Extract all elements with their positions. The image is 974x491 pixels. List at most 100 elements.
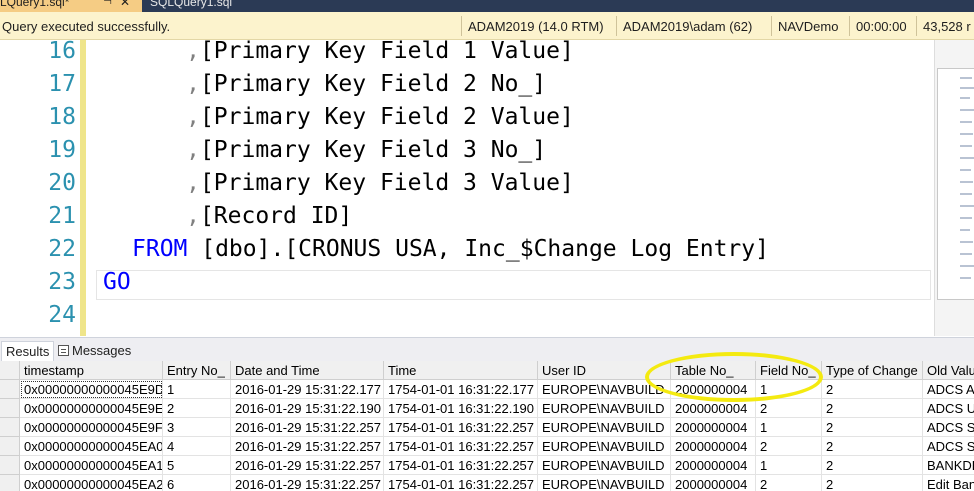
code-line: 24 [0,301,934,334]
grid-header-row: timestamp Entry No_ Date and Time Time U… [0,361,974,380]
grid-cell[interactable]: 1 [756,456,822,475]
grid-cell[interactable]: 1754-01-01 16:31:22.257 [384,475,538,491]
grid-cell[interactable]: 3 [163,418,231,437]
tab-label: SQLQuery1.sql [150,0,233,9]
grid-cell[interactable]: 1754-01-01 16:31:22.257 [384,456,538,475]
table-row[interactable]: 0x00000000000045E9D 1 2016-01-29 15:31:22.… [0,380,974,399]
row-selector[interactable] [0,399,20,418]
grid-cell[interactable]: 2016-01-29 15:31:22.190 [231,399,384,418]
grid-cell[interactable]: EUROPE\NAVBUILD [538,475,671,491]
code-text: ,[Record ID] [103,203,353,229]
grid-cell[interactable]: 1 [163,380,231,399]
grid-cell[interactable]: 2 [163,399,231,418]
grid-cell[interactable]: 2016-01-29 15:31:22.257 [231,437,384,456]
grid-cell[interactable]: 0x00000000000045EA0 [20,437,163,456]
line-number: 18 [48,104,76,130]
line-number: 21 [48,203,76,229]
tab-sqlquery1-active[interactable]: LQuery1.sql* ⊣ ✕ [0,0,142,12]
status-row-count: 43,528 r [923,19,971,34]
sql-editor[interactable]: 16 ,[Primary Key Field 1 Value] 17 ,[Pri… [0,40,934,336]
grid-cell[interactable]: 2 [822,456,923,475]
grid-corner[interactable] [0,361,20,380]
column-header[interactable]: timestamp [20,361,163,380]
grid-cell[interactable]: EUROPE\NAVBUILD [538,456,671,475]
grid-cell[interactable]: EUROPE\NAVBUILD [538,418,671,437]
grid-cell[interactable]: 1754-01-01 16:31:22.190 [384,399,538,418]
results-grid[interactable]: timestamp Entry No_ Date and Time Time U… [0,361,974,491]
row-selector[interactable] [0,456,20,475]
pin-icon[interactable]: ⊣ [103,0,112,7]
grid-cell[interactable]: 1 [756,418,822,437]
tab-results[interactable]: Results [1,341,55,361]
results-tab-strip: Results Messages [0,337,974,361]
row-selector[interactable] [0,380,20,399]
column-header[interactable]: Type of Change [822,361,923,380]
highlight-annotation [645,352,823,402]
grid-cell[interactable]: 2000000004 [671,437,756,456]
grid-cell[interactable]: 2 [756,399,822,418]
column-header[interactable]: Old Value [923,361,974,380]
minimap-viewport[interactable] [937,68,974,300]
code-text: ,[Primary Key Field 1 Value] [103,40,574,64]
close-icon[interactable]: ✕ [120,0,130,8]
grid-cell[interactable]: ADCS S [923,418,974,437]
grid-cell[interactable]: ADCS S [923,437,974,456]
grid-cell[interactable]: 2 [822,399,923,418]
grid-cell[interactable]: 0x00000000000045EA2 [20,475,163,491]
grid-cell[interactable]: 0x00000000000045E9F [20,418,163,437]
grid-cell[interactable]: 1754-01-01 16:31:22.177 [384,380,538,399]
row-selector[interactable] [0,475,20,491]
grid-cell[interactable]: 2 [822,475,923,491]
grid-cell[interactable]: EUROPE\NAVBUILD [538,437,671,456]
code-line: 22 FROM [dbo].[CRONUS USA, Inc_$Change L… [0,235,934,268]
grid-cell[interactable]: 0x00000000000045EA1 [20,456,163,475]
table-row[interactable]: 0x00000000000045EA1 5 2016-01-29 15:31:22.… [0,456,974,475]
row-selector[interactable] [0,437,20,456]
grid-cell[interactable]: 0x00000000000045E9D [20,380,163,399]
grid-cell[interactable]: 2 [822,437,923,456]
table-row[interactable]: 0x00000000000045EA2 6 2016-01-29 15:31:22.… [0,475,974,491]
grid-cell[interactable]: 2000000004 [671,456,756,475]
line-number: 17 [48,71,76,97]
code-text: FROM [dbo].[CRONUS USA, Inc_$Change Log … [132,236,769,262]
code-line: 17 ,[Primary Key Field 2 No_] [0,70,934,103]
grid-cell[interactable]: 6 [163,475,231,491]
grid-cell[interactable]: 0x00000000000045E9E [20,399,163,418]
grid-cell[interactable]: 2000000004 [671,418,756,437]
grid-cell[interactable]: 4 [163,437,231,456]
status-user: ADAM2019\adam (62) [623,19,753,34]
status-database: NAVDemo [778,19,839,34]
grid-cell[interactable]: 2016-01-29 15:31:22.177 [231,380,384,399]
grid-cell[interactable]: 1754-01-01 16:31:22.257 [384,418,538,437]
column-header[interactable]: Time [384,361,538,380]
table-row[interactable]: 0x00000000000045E9F 3 2016-01-29 15:31:22.… [0,418,974,437]
grid-cell[interactable]: 1754-01-01 16:31:22.257 [384,437,538,456]
row-selector[interactable] [0,418,20,437]
grid-cell[interactable]: 2 [822,418,923,437]
code-line: 23 GO [0,268,934,301]
grid-cell[interactable]: 2 [756,475,822,491]
grid-cell[interactable]: 2016-01-29 15:31:22.257 [231,475,384,491]
grid-cell[interactable]: ADCS U [923,399,974,418]
grid-cell[interactable]: ADCS A [923,380,974,399]
tab-sqlquery1[interactable]: SQLQuery1.sql [150,0,270,12]
column-header[interactable]: Date and Time [231,361,384,380]
grid-cell[interactable]: 2 [822,380,923,399]
grid-cell[interactable]: EUROPE\NAVBUILD [538,399,671,418]
tab-messages[interactable]: Messages [54,341,135,361]
messages-icon [58,345,69,356]
grid-cell[interactable]: 2000000004 [671,475,756,491]
table-row[interactable]: 0x00000000000045EA0 4 2016-01-29 15:31:22.… [0,437,974,456]
grid-cell[interactable]: Edit Ban [923,475,974,491]
code-text: ,[Primary Key Field 3 No_] [103,137,547,163]
grid-cell[interactable]: 2 [756,437,822,456]
editor-minimap[interactable] [934,40,974,336]
grid-cell[interactable]: 2016-01-29 15:31:22.257 [231,456,384,475]
grid-cell[interactable]: 2016-01-29 15:31:22.257 [231,418,384,437]
table-row[interactable]: 0x00000000000045E9E 2 2016-01-29 15:31:22.… [0,399,974,418]
grid-cell[interactable]: 5 [163,456,231,475]
code-line: 18 ,[Primary Key Field 2 Value] [0,103,934,136]
code-line: 16 ,[Primary Key Field 1 Value] [0,40,934,70]
grid-cell[interactable]: BANKDE [923,456,974,475]
column-header[interactable]: Entry No_ [163,361,231,380]
